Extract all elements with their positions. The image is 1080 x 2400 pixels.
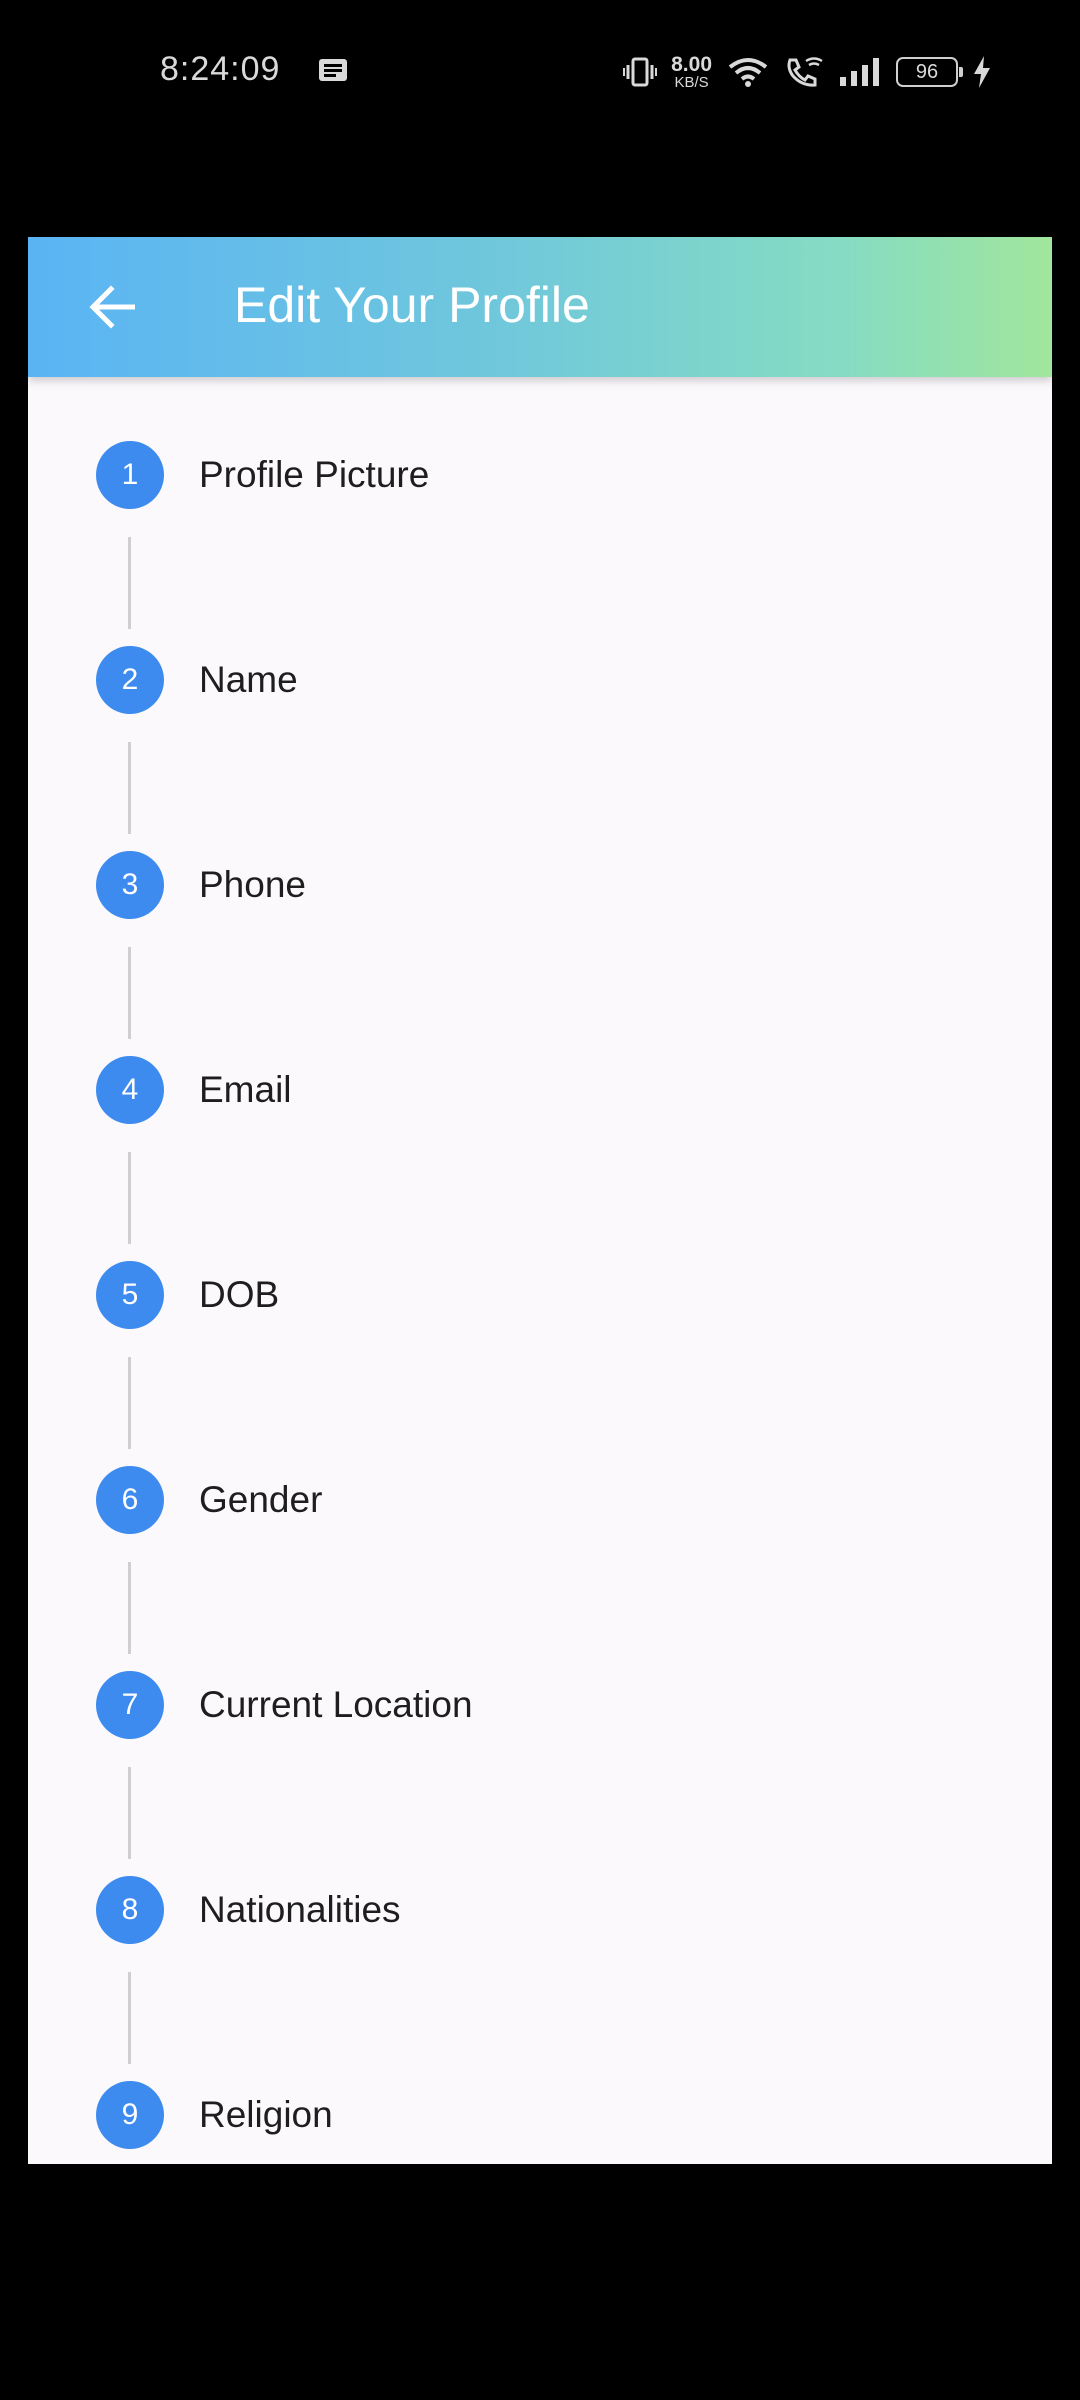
- step-email: 4 Email: [28, 992, 1052, 1244]
- step-nationalities: 8 Nationalities: [28, 1812, 1052, 2064]
- step-number-badge: 2: [96, 646, 164, 714]
- step-number-badge: 7: [96, 1671, 164, 1739]
- step-label: Profile Picture: [199, 454, 430, 495]
- app-window: Edit Your Profile 1 Profile Picture 2 Na…: [28, 237, 1052, 2164]
- profile-stepper: 1 Profile Picture 2 Name 3 Phone 4 Email: [28, 377, 1052, 2164]
- page-title: Edit Your Profile: [234, 277, 590, 333]
- message-icon: [318, 58, 348, 84]
- step-number-badge: 9: [96, 2081, 164, 2149]
- step-label: Phone: [199, 864, 306, 905]
- step-number-badge: 1: [96, 441, 164, 509]
- step-label: Current Location: [199, 1684, 473, 1725]
- step-label: Gender: [199, 1479, 323, 1520]
- step-label: Email: [199, 1069, 292, 1110]
- status-bar: 8:24:09 8.00 KB/S 96: [0, 0, 1080, 140]
- status-time: 8:24:09: [160, 50, 281, 88]
- step-header[interactable]: 1 Profile Picture: [28, 441, 1052, 511]
- step-header[interactable]: 6 Gender: [28, 1466, 1052, 1536]
- step-header[interactable]: 4 Email: [28, 1056, 1052, 1126]
- step-header[interactable]: 5 DOB: [28, 1261, 1052, 1331]
- step-header[interactable]: 3 Phone: [28, 851, 1052, 921]
- battery-icon: 96: [896, 57, 963, 87]
- step-header[interactable]: 2 Name: [28, 646, 1052, 716]
- step-profile-picture: 1 Profile Picture: [28, 377, 1052, 629]
- arrow-left-icon: [89, 285, 135, 329]
- step-dob: 5 DOB: [28, 1197, 1052, 1449]
- step-name: 2 Name: [28, 582, 1052, 834]
- step-label: Name: [199, 659, 298, 700]
- vibrate-icon: [623, 57, 658, 87]
- step-phone: 3 Phone: [28, 787, 1052, 1039]
- app-bar: Edit Your Profile: [28, 237, 1052, 377]
- step-gender: 6 Gender: [28, 1402, 1052, 1654]
- net-speed-value: 8.00: [671, 53, 712, 76]
- step-header[interactable]: 7 Current Location: [28, 1671, 1052, 1741]
- charging-icon: [972, 55, 992, 89]
- wifi-icon: [726, 56, 770, 88]
- back-button[interactable]: [78, 272, 148, 342]
- step-religion: 9 Religion: [28, 2017, 1052, 2164]
- net-speed-unit: KB/S: [674, 74, 709, 91]
- signal-icon: [838, 57, 882, 87]
- step-number-badge: 4: [96, 1056, 164, 1124]
- step-number-badge: 6: [96, 1466, 164, 1534]
- step-header[interactable]: 9 Religion: [28, 2081, 1052, 2151]
- step-number-badge: 8: [96, 1876, 164, 1944]
- step-label: Religion: [199, 2094, 333, 2135]
- step-number-badge: 3: [96, 851, 164, 919]
- step-current-location: 7 Current Location: [28, 1607, 1052, 1859]
- step-label: DOB: [199, 1274, 280, 1315]
- step-label: Nationalities: [199, 1889, 401, 1930]
- step-header[interactable]: 8 Nationalities: [28, 1876, 1052, 1946]
- status-icons: 8.00 KB/S 96: [623, 50, 992, 94]
- wifi-calling-icon: [784, 56, 824, 88]
- net-speed: 8.00 KB/S: [671, 54, 712, 90]
- step-number-badge: 5: [96, 1261, 164, 1329]
